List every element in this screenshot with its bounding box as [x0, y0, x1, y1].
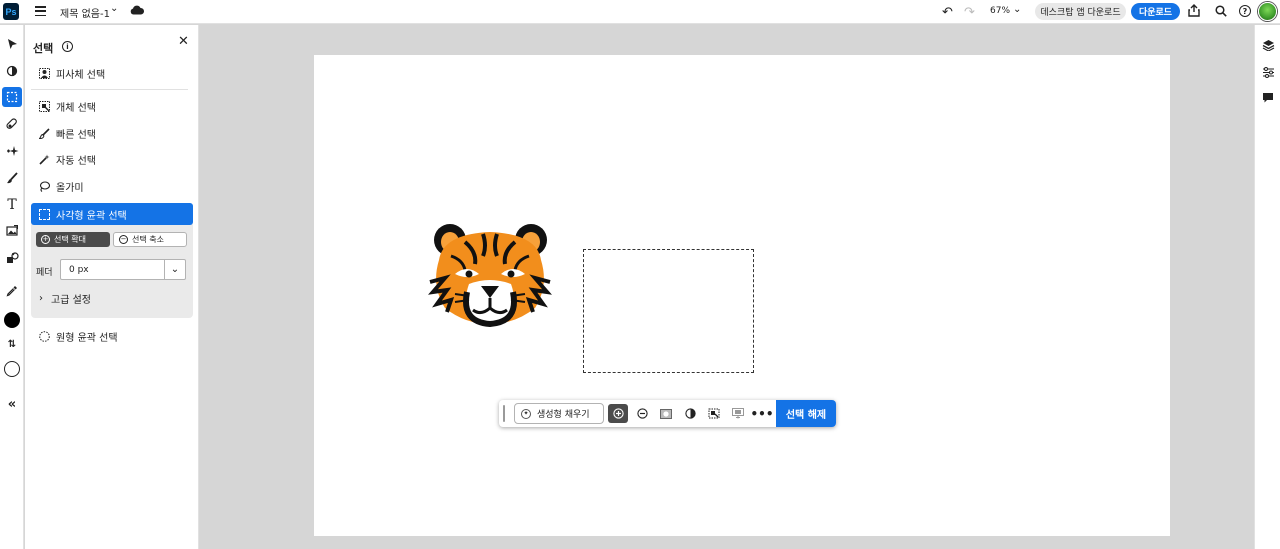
deselect-button[interactable]: 선택 해제 — [776, 400, 836, 427]
object-selection-item[interactable]: 개체 선택 — [31, 95, 193, 117]
subtract-from-selection-label: 선택 축소 — [132, 235, 164, 244]
rectangular-selection-marquee[interactable] — [583, 249, 754, 373]
feather-dropdown-chevron-icon[interactable]: ⌄ — [164, 259, 186, 280]
redo-icon[interactable]: ↷ — [964, 5, 975, 20]
eyedropper-icon[interactable] — [2, 281, 22, 301]
subtract-selection-mode-button[interactable] — [632, 404, 652, 423]
remove-background-icon[interactable] — [728, 404, 748, 423]
drag-handle[interactable] — [503, 405, 505, 422]
generative-fill-icon: ✦ — [521, 408, 531, 419]
tiger-image[interactable] — [425, 220, 555, 328]
download-button[interactable]: 다운로드 — [1131, 3, 1180, 20]
layers-icon[interactable] — [1261, 38, 1275, 52]
photoshop-logo[interactable]: Ps — [3, 3, 19, 20]
zoom-level[interactable]: 67% — [990, 6, 1010, 16]
selection-panel: 선택 i ✕ 피사체 선택 개체 선택 빠른 선택 자동 선택 올가미 사각형 — [25, 25, 199, 549]
panel-title: 선택 — [33, 42, 54, 55]
mask-icon[interactable] — [656, 404, 676, 423]
plus-circle-icon: + — [41, 235, 50, 244]
object-select-icon — [39, 100, 50, 112]
magic-wand-item[interactable]: 자동 선택 — [31, 148, 193, 170]
magic-wand-icon — [39, 154, 50, 165]
adjustment-brush-icon[interactable] — [2, 61, 22, 81]
quick-select-brush-icon — [39, 127, 50, 139]
subtract-from-selection-button[interactable]: − 선택 축소 — [113, 232, 187, 247]
divider — [31, 89, 188, 90]
advanced-settings-label: 고급 설정 — [51, 295, 91, 306]
lasso-label: 올가미 — [56, 182, 84, 194]
cloud-icon[interactable] — [130, 5, 144, 15]
place-image-icon[interactable] — [2, 221, 22, 241]
contextual-taskbar: ✦ 생성형 채우기 ••• 선택 해제 — [499, 400, 836, 427]
chevron-right-icon: › — [39, 293, 43, 304]
add-selection-mode-button[interactable] — [608, 404, 628, 423]
menu-icon[interactable] — [35, 6, 46, 16]
generative-fill-tool-icon[interactable] — [2, 141, 22, 161]
generative-fill-label: 생성형 채우기 — [537, 410, 590, 420]
ellipse-marquee-icon — [39, 330, 50, 342]
right-panel-strip — [1254, 25, 1280, 549]
advanced-settings-toggle[interactable]: › 고급 설정 — [39, 291, 91, 306]
foreground-color-swatch[interactable] — [2, 310, 22, 330]
left-toolbar: T ⇅ « — [0, 25, 24, 549]
chevron-down-icon[interactable]: ⌄ — [110, 3, 118, 14]
person-icon — [39, 67, 50, 79]
minus-circle-icon: − — [119, 235, 128, 244]
rectangular-marquee-item[interactable]: 사각형 윤곽 선택 — [31, 203, 193, 225]
more-options-icon[interactable]: ••• — [751, 404, 774, 423]
quick-selection-label: 빠른 선택 — [56, 129, 96, 141]
feather-label: 페더 — [36, 268, 53, 278]
type-tool-icon[interactable]: T — [2, 195, 22, 215]
generative-fill-button[interactable]: ✦ 생성형 채우기 — [514, 403, 604, 424]
document-title[interactable]: 제목 없음-1 — [60, 5, 110, 20]
brush-tool-icon[interactable] — [2, 168, 22, 188]
shape-tool-icon[interactable] — [2, 248, 22, 268]
adjustments-icon[interactable] — [1261, 65, 1275, 79]
lasso-icon — [39, 180, 50, 192]
invert-selection-icon[interactable] — [680, 404, 700, 423]
undo-icon[interactable]: ↶ — [942, 5, 953, 20]
info-icon[interactable]: i — [62, 41, 73, 52]
elliptical-marquee-item[interactable]: 원형 윤곽 선택 — [31, 325, 193, 347]
quick-selection-item[interactable]: 빠른 선택 — [31, 122, 193, 144]
transform-selection-icon[interactable] — [704, 404, 724, 423]
add-to-selection-label: 선택 확대 — [54, 235, 86, 244]
lasso-item[interactable]: 올가미 — [31, 175, 193, 197]
zoom-chevron-down-icon[interactable]: ⌄ — [1013, 4, 1021, 15]
swap-colors-icon[interactable]: ⇅ — [2, 334, 22, 354]
magic-wand-label: 자동 선택 — [56, 155, 96, 167]
close-icon[interactable]: ✕ — [178, 34, 189, 49]
top-bar: Ps 제목 없음-1 ⌄ ↶ ↷ 67% ⌄ 데스크탑 앱 다운로드 다운로드 … — [0, 0, 1280, 24]
share-icon[interactable] — [1188, 4, 1200, 17]
elliptical-marquee-label: 원형 윤곽 선택 — [56, 332, 118, 344]
collapse-panel-icon[interactable]: « — [2, 394, 22, 414]
move-tool-icon[interactable] — [2, 34, 22, 54]
background-color-swatch[interactable] — [2, 359, 22, 379]
feather-input[interactable]: 0 px — [60, 259, 165, 280]
comments-icon[interactable] — [1261, 91, 1275, 105]
selection-tool-icon[interactable] — [2, 87, 22, 107]
desktop-app-download-button[interactable]: 데스크탑 앱 다운로드 — [1035, 3, 1126, 20]
rectangular-marquee-label: 사각형 윤곽 선택 — [56, 210, 127, 222]
healing-brush-icon[interactable] — [2, 114, 22, 134]
help-icon[interactable]: ? — [1239, 5, 1251, 17]
rectangle-marquee-icon — [39, 208, 50, 220]
search-icon[interactable] — [1215, 5, 1227, 17]
select-subject-label: 피사체 선택 — [56, 69, 106, 81]
add-to-selection-button[interactable]: + 선택 확대 — [36, 232, 110, 247]
object-selection-label: 개체 선택 — [56, 102, 96, 114]
select-subject-item[interactable]: 피사체 선택 — [31, 62, 193, 84]
avatar[interactable] — [1258, 2, 1277, 21]
